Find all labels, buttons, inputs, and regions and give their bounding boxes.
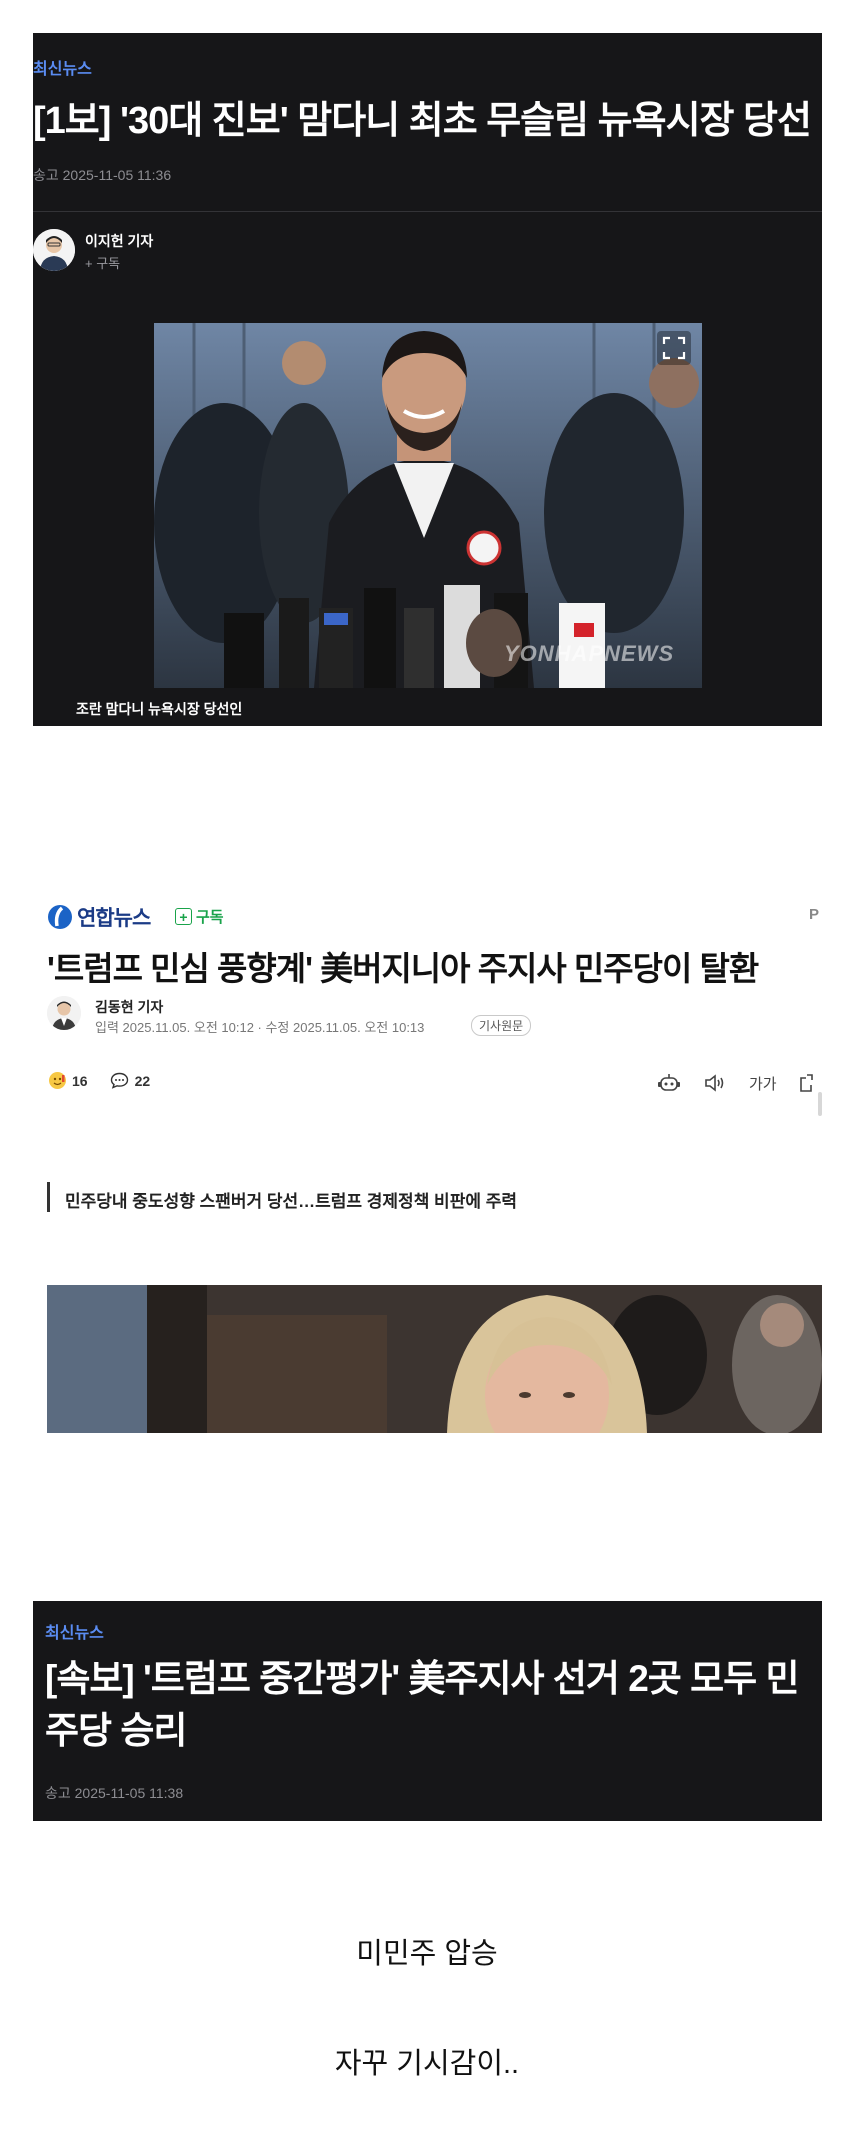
article-photo[interactable] (47, 1285, 822, 1433)
reaction-count: 16 (72, 1072, 88, 1089)
audio-icon[interactable] (703, 1072, 727, 1094)
article-summary: 민주당내 중도성향 스팬버거 당선…트럼프 경제정책 비판에 주력 (65, 1192, 517, 1211)
reaction-button[interactable]: 16 (49, 1072, 88, 1089)
expand-icon[interactable] (657, 331, 691, 365)
reaction-bar: 16 22 (49, 1072, 150, 1089)
subscribe-label: 구독 (196, 909, 224, 926)
corner-label[interactable]: P (809, 906, 819, 923)
share-icon[interactable] (799, 1072, 813, 1094)
scrollbar[interactable] (818, 1092, 822, 1116)
comment-count: 22 (134, 1072, 151, 1089)
reaction-emoji-icon (49, 1072, 66, 1089)
reporter-name[interactable]: 이지헌 기자 (85, 231, 153, 251)
article-headline[interactable]: [속보] '트럼프 중간평가' 美주지사 선거 2곳 모두 민주당 승리 (45, 1653, 815, 1757)
article-headline: '트럼프 민심 풍향계' 美버지니아 주지사 민주당이 탈환 (47, 950, 759, 987)
divider (33, 211, 822, 212)
comment-button[interactable]: 22 (110, 1072, 151, 1089)
article-headline[interactable]: [1보] '30대 진보' 맘다니 최초 무슬림 뉴욕시장 당선 (33, 89, 822, 144)
photo-caption: 조란 맘다니 뉴욕시장 당선인 (76, 701, 243, 717)
yonhap-logo-icon (48, 905, 72, 929)
comment-icon (110, 1072, 128, 1089)
reporter-avatar[interactable] (47, 996, 81, 1030)
summary-accent-bar (47, 1182, 50, 1212)
reporter-name[interactable]: 김동현 기자 (95, 997, 163, 1017)
publish-time: 송고 2025-11-05 11:38 (45, 1785, 184, 1801)
summary-bot-icon[interactable] (657, 1072, 681, 1094)
post-comment-line-2: 자꾸 기시감이.. (334, 2048, 520, 2080)
news-card-mamdani: 최신뉴스 [1보] '30대 진보' 맘다니 최초 무슬림 뉴욕시장 당선 송고… (33, 33, 822, 726)
section-label[interactable]: 최신뉴스 (45, 1619, 104, 1643)
press-logo[interactable]: 연합뉴스 (47, 902, 151, 932)
subscribe-link[interactable]: + 구독 (85, 253, 120, 272)
photo-watermark: YONHAPNEWS (504, 641, 675, 666)
publish-dates: 입력 2025.11.05. 오전 10:12 · 수정 2025.11.05.… (95, 1020, 425, 1035)
post-comment-line-1: 미민주 압승 (356, 1938, 498, 1970)
plus-icon: + (175, 908, 192, 925)
news-card-governors: 최신뉴스 [속보] '트럼프 중간평가' 美주지사 선거 2곳 모두 민주당 승… (33, 1601, 822, 1821)
original-article-badge[interactable]: 기사원문 (471, 1015, 532, 1036)
reporter-avatar[interactable] (33, 229, 75, 271)
font-size-icon[interactable]: 가가 (749, 1073, 777, 1094)
news-card-virginia: 연합뉴스 + 구독 P '트럼프 민심 풍향계' 美버지니아 주지사 민주당이 … (47, 900, 822, 1440)
publish-time: 송고 2025-11-05 11:36 (33, 167, 172, 183)
article-tools: 가가 (657, 1072, 813, 1094)
press-name: 연합뉴스 (77, 907, 151, 930)
article-photo[interactable]: YONHAPNEWS (154, 323, 702, 688)
subscribe-button[interactable]: + 구독 (175, 906, 224, 927)
section-label[interactable]: 최신뉴스 (33, 55, 92, 79)
